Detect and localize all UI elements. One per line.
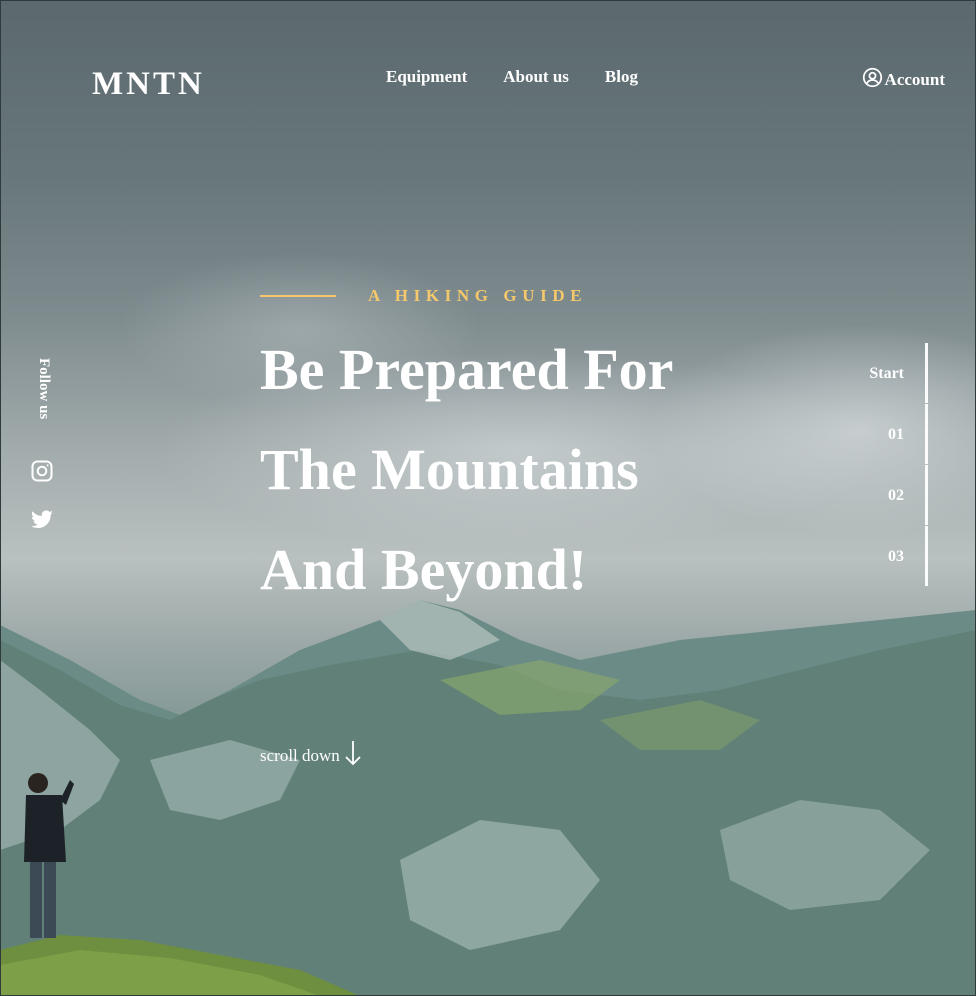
hero-headline: Be Prepared For The Mountains And Beyond… (260, 337, 673, 602)
tagline-divider (260, 295, 336, 297)
instagram-icon[interactable] (30, 459, 54, 483)
slide-steps: Start 01 02 03 (808, 343, 928, 587)
step-02[interactable]: 02 (808, 465, 928, 526)
twitter-icon[interactable] (30, 508, 54, 532)
follow-us-label: Follow us (36, 358, 52, 420)
user-icon (862, 67, 883, 93)
step-01[interactable]: 01 (808, 404, 928, 465)
scroll-down-button[interactable]: scroll down (260, 740, 362, 771)
scroll-down-label: scroll down (260, 745, 340, 765)
account-link[interactable]: Account (862, 67, 945, 93)
nav-link-about-us[interactable]: About us (503, 67, 569, 87)
account-label: Account (884, 70, 945, 89)
nav-link-equipment[interactable]: Equipment (386, 67, 467, 87)
main-nav: Equipment About us Blog (386, 67, 638, 87)
step-03[interactable]: 03 (808, 526, 928, 587)
tagline: A HIKING GUIDE (368, 286, 588, 305)
step-start[interactable]: Start (808, 343, 928, 404)
tagline-row: A HIKING GUIDE (260, 286, 587, 306)
arrow-down-icon (344, 740, 362, 771)
brand-logo[interactable]: MNTN (92, 66, 205, 103)
nav-link-blog[interactable]: Blog (605, 67, 638, 87)
